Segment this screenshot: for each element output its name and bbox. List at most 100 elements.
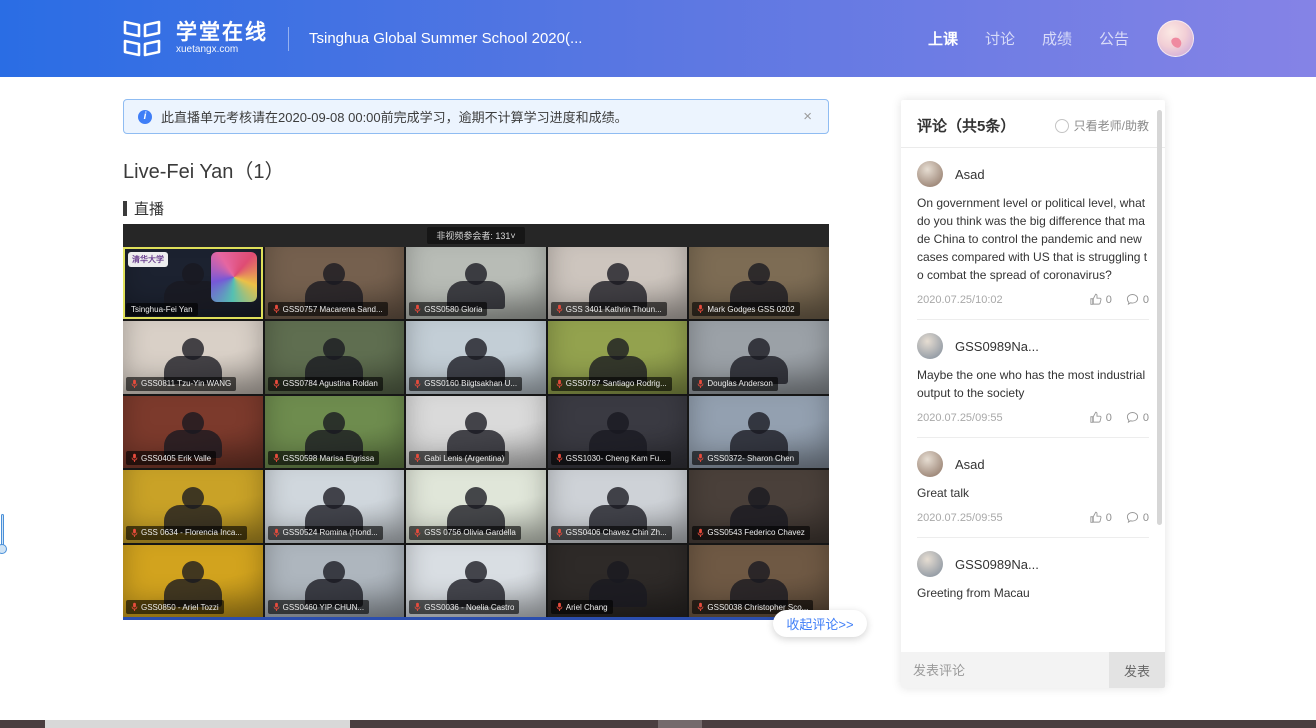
participant-name: GSS0160 Bilgtsakhan U... bbox=[424, 379, 517, 388]
participant-tile[interactable]: GSS0598 Marisa Elgrissa bbox=[265, 396, 405, 468]
commenter-avatar[interactable] bbox=[917, 333, 943, 359]
participant-name-label: GSS 0634 - Florencia Inca... bbox=[126, 526, 247, 540]
mic-muted-icon bbox=[697, 528, 704, 538]
nav-item-上课[interactable]: 上课 bbox=[928, 28, 958, 49]
scroll-indicator-stem bbox=[1, 514, 4, 546]
comment-text: Maybe the one who has the most industria… bbox=[917, 366, 1149, 402]
participant-tile[interactable]: GSS 3401 Kathrin Thoun... bbox=[548, 247, 688, 319]
commenter-avatar[interactable] bbox=[917, 451, 943, 477]
nav-item-讨论[interactable]: 讨论 bbox=[985, 28, 1015, 49]
scroll-indicator-icon[interactable] bbox=[0, 514, 8, 560]
participant-tile[interactable]: GSS0372- Sharon Chen bbox=[689, 396, 829, 468]
mic-muted-icon bbox=[556, 304, 563, 314]
mic-muted-icon bbox=[556, 528, 563, 538]
virtual-background-art bbox=[211, 252, 257, 302]
comment-text: Greeting from Macau bbox=[917, 584, 1149, 602]
commenter-avatar[interactable] bbox=[917, 551, 943, 577]
reply-button[interactable]: 0 bbox=[1126, 293, 1149, 306]
reply-button[interactable]: 0 bbox=[1126, 511, 1149, 524]
participant-tile[interactable]: GSS0850 - Ariel Tozzi bbox=[123, 545, 263, 617]
live-video-player: 非视频参会者: 131˅ 清华大学 Tsinghua-Fei Yan bbox=[123, 224, 829, 620]
participant-name-label: Gabi Lenis (Argentina) bbox=[409, 451, 509, 465]
deadline-notice-banner: i 此直播单元考核请在2020-09-08 00:00前完成学习，逾期不计算学习… bbox=[123, 99, 829, 134]
commenter-avatar[interactable] bbox=[917, 161, 943, 187]
participant-tile[interactable]: GSS 0634 - Florencia Inca... bbox=[123, 470, 263, 542]
participant-tile[interactable]: GSS0524 Romina (Hond... bbox=[265, 470, 405, 542]
comment-author: GSS0989Na... bbox=[955, 557, 1039, 572]
logo[interactable]: 学堂在线 xuetangx.com bbox=[122, 18, 268, 60]
participant-tile[interactable]: 清华大学 Tsinghua-Fei Yan bbox=[123, 247, 263, 319]
user-avatar[interactable] bbox=[1157, 20, 1194, 57]
participant-name-label: GSS0543 Federico Chavez bbox=[692, 526, 809, 540]
mic-muted-icon bbox=[556, 602, 563, 612]
scroll-indicator-bulb bbox=[0, 544, 7, 554]
participant-name: GSS0598 Marisa Elgrissa bbox=[283, 454, 375, 463]
close-icon[interactable]: × bbox=[801, 108, 814, 125]
comment-item: Asad Great talk 2020.07.25/09:55 0 0 bbox=[917, 438, 1149, 538]
participant-tile[interactable]: GSS0406 Chavez Chin Zh... bbox=[548, 470, 688, 542]
participant-tile[interactable]: GSS1030- Cheng Kam Fu... bbox=[548, 396, 688, 468]
comments-panel: 评论（共5条） 只看老师/助教 Asad On government level… bbox=[901, 100, 1165, 688]
video-area[interactable]: 非视频参会者: 131˅ 清华大学 Tsinghua-Fei Yan bbox=[123, 224, 829, 617]
horizontal-scrollbar[interactable] bbox=[0, 720, 1316, 728]
header-right: 上课 讨论 成绩 公告 bbox=[928, 20, 1194, 57]
mic-muted-icon bbox=[414, 602, 421, 612]
participant-tile[interactable]: GSS 0756 Olivia Gardella bbox=[406, 470, 546, 542]
participant-tile[interactable]: GSS0543 Federico Chavez bbox=[689, 470, 829, 542]
comment-input[interactable] bbox=[901, 652, 1109, 688]
like-button[interactable]: 0 bbox=[1089, 411, 1112, 424]
participant-name: GSS0784 Agustina Roldan bbox=[283, 379, 378, 388]
video-progress-bar[interactable] bbox=[123, 617, 829, 620]
participant-tile[interactable]: GSS0757 Macarena Sand... bbox=[265, 247, 405, 319]
participant-name: GSS0036 - Noelia Castro bbox=[424, 603, 514, 612]
mic-muted-icon bbox=[414, 528, 421, 538]
comment-timestamp: 2020.07.25/09:55 bbox=[917, 512, 1003, 524]
page-title: Live-Fei Yan（1） bbox=[123, 155, 285, 184]
nav-item-成绩[interactable]: 成绩 bbox=[1042, 28, 1072, 49]
comment-list[interactable]: Asad On government level or political le… bbox=[901, 148, 1165, 652]
app-header: 学堂在线 xuetangx.com Tsinghua Global Summer… bbox=[0, 0, 1316, 77]
participant-name-label: GSS0372- Sharon Chen bbox=[692, 451, 799, 465]
mic-muted-icon bbox=[697, 602, 704, 612]
comment-meta: 2020.07.25/09:55 0 0 bbox=[917, 511, 1149, 538]
nav-item-公告[interactable]: 公告 bbox=[1099, 28, 1129, 49]
participant-tile[interactable]: Ariel Chang bbox=[548, 545, 688, 617]
participant-tile[interactable]: GSS0811 Tzu-Yin WANG bbox=[123, 321, 263, 393]
like-button[interactable]: 0 bbox=[1089, 511, 1112, 524]
participant-tile[interactable]: GSS0460 YIP CHUN... bbox=[265, 545, 405, 617]
comment-bubble-icon bbox=[1126, 411, 1139, 424]
teacher-only-filter[interactable]: 只看老师/助教 bbox=[1055, 117, 1149, 134]
comment-text: On government level or political level, … bbox=[917, 194, 1149, 284]
horizontal-scrollbar-thumb[interactable] bbox=[45, 720, 350, 728]
radio-icon[interactable] bbox=[1055, 119, 1069, 133]
participant-tile[interactable]: GSS0784 Agustina Roldan bbox=[265, 321, 405, 393]
comment-bubble-icon bbox=[1126, 511, 1139, 524]
participant-name: GSS0524 Romina (Hond... bbox=[283, 528, 378, 537]
participant-tile[interactable]: GSS0038 Christopher Sco... bbox=[689, 545, 829, 617]
reply-count: 0 bbox=[1143, 512, 1149, 524]
participant-name: GSS0787 Santiago Rodrig... bbox=[566, 379, 667, 388]
participant-tile[interactable]: GSS0036 - Noelia Castro bbox=[406, 545, 546, 617]
participant-name: GSS 0634 - Florencia Inca... bbox=[141, 528, 242, 537]
like-button[interactable]: 0 bbox=[1089, 293, 1112, 306]
thumbs-up-icon bbox=[1089, 293, 1102, 306]
collapse-comments-button[interactable]: 收起评论>> bbox=[773, 610, 867, 637]
reply-button[interactable]: 0 bbox=[1126, 411, 1149, 424]
comment-meta: 2020.07.25/09:55 0 0 bbox=[917, 411, 1149, 438]
participant-tile[interactable]: GSS0580 Gloria bbox=[406, 247, 546, 319]
viewer-count-pill[interactable]: 非视频参会者: 131˅ bbox=[427, 227, 524, 244]
participant-tile[interactable]: GSS0405 Erik Valle bbox=[123, 396, 263, 468]
participant-name: GSS0850 - Ariel Tozzi bbox=[141, 603, 219, 612]
participant-name-label: GSS0160 Bilgtsakhan U... bbox=[409, 377, 522, 391]
participant-tile[interactable]: Mark Godges GSS 0202 bbox=[689, 247, 829, 319]
reply-count: 0 bbox=[1143, 294, 1149, 306]
comment-timestamp: 2020.07.25/10:02 bbox=[917, 294, 1003, 306]
submit-comment-button[interactable]: 发表 bbox=[1109, 652, 1165, 688]
mic-muted-icon bbox=[273, 528, 280, 538]
sidebar-scrollbar[interactable] bbox=[1157, 110, 1162, 525]
participant-tile[interactable]: GSS0160 Bilgtsakhan U... bbox=[406, 321, 546, 393]
participant-tile[interactable]: Gabi Lenis (Argentina) bbox=[406, 396, 546, 468]
participant-tile[interactable]: GSS0787 Santiago Rodrig... bbox=[548, 321, 688, 393]
participant-name: Douglas Anderson bbox=[707, 379, 772, 388]
participant-tile[interactable]: Douglas Anderson bbox=[689, 321, 829, 393]
